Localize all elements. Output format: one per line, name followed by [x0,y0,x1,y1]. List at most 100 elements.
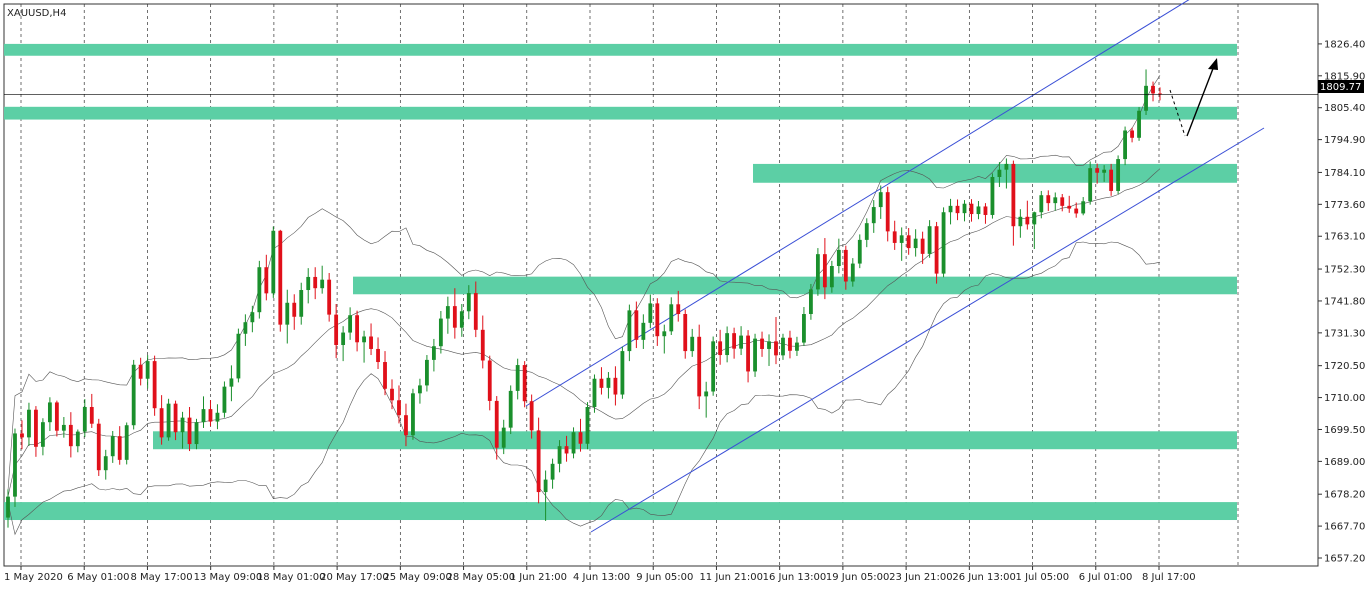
candle-body [760,338,764,349]
candle-body [962,203,967,214]
candle-body [1053,197,1058,204]
y-tick-label: 1773.60 [1324,200,1365,211]
axis-layer: 1826.401815.901805.401794.901784.101773.… [4,39,1365,583]
candle-body [480,329,485,361]
sr-zone [4,43,1237,56]
candle-body [976,206,981,215]
candle-body [543,479,548,493]
candle-body [473,293,478,330]
candle-body [89,406,94,424]
candle-body [1144,85,1148,111]
candle-body [194,422,199,445]
candle-body [390,388,394,401]
chart-area[interactable]: 1826.40 1815.90 1805.40 1794.90 1784.10 1773.… [0,0,1366,588]
candle-body [452,306,457,328]
candle-body [285,302,290,325]
y-tick-label: 1657.20 [1324,554,1365,565]
candle-body [187,417,192,445]
candle-body [459,311,464,328]
y-tick-label: 1826.40 [1324,39,1365,50]
candle-body [1025,216,1030,225]
candle-body [271,230,276,294]
candle-body [124,425,129,460]
candle-body [54,402,59,431]
candle-body [683,314,688,352]
candle-body [599,378,604,388]
candle-body [166,403,171,438]
candle-body [871,207,876,224]
candle-body [948,205,953,213]
candle-body [75,431,80,447]
candle-body [850,263,855,282]
candle-body [41,422,45,447]
candle-body [152,361,157,409]
candle-body [117,436,122,460]
candle-body [669,304,674,332]
candle-body [655,303,660,337]
candle-body [236,333,241,379]
candle-body [355,315,359,343]
candle-body [383,362,387,389]
candle-body [767,341,771,349]
candle-body [690,336,695,352]
candle-body [557,446,562,464]
candle-body [732,333,737,349]
price-chart[interactable]: 1826.401815.901805.401794.901784.101773.… [0,0,1366,588]
x-tick-label: 8 May 17:00 [130,572,192,583]
candle-body [641,322,646,340]
candle-body [250,312,255,323]
candle-body [885,192,890,232]
candle-body [278,230,283,325]
candle-body [913,238,918,249]
candle-body [788,337,792,351]
candle-body [445,306,450,319]
x-tick-label: 11 Jun 21:00 [699,572,763,583]
candle-body [215,412,220,422]
x-tick-label: 6 Jul 01:00 [1079,572,1133,583]
candle-body [718,341,723,356]
candle-body [1004,163,1009,170]
candle-body [627,310,632,352]
x-tick-label: 28 May 05:00 [447,572,516,583]
candle-body [795,342,799,351]
candle-body [341,332,346,346]
candle-body [27,409,31,438]
candle-body [369,336,373,349]
candle-body [508,390,513,428]
candle-body [376,348,380,363]
candle-body [522,365,527,402]
candle-body [515,365,520,391]
y-tick-label: 1741.80 [1324,296,1365,307]
candle-body [1018,216,1023,227]
candle-body [404,415,408,436]
candle-body [809,289,813,315]
candle-body [829,266,834,288]
candle-body [257,267,262,313]
current-price-value: 1809.77 [1320,82,1361,93]
candle-body [348,315,353,333]
candle-body [487,360,492,401]
y-tick-label: 1794.90 [1324,135,1365,146]
candle-body [131,364,136,426]
trend-channel [525,0,1265,533]
candle-body [746,335,750,372]
zone-layer [4,43,1237,521]
candle-body [704,391,709,397]
candle-body [983,206,988,215]
sr-zone [4,106,1237,120]
candle-body [578,432,583,444]
candle-body [501,427,506,448]
candle-body [201,409,206,423]
candle-body [229,378,234,387]
candle-body [327,279,332,315]
candle-body [1046,195,1051,204]
candle-body [47,402,52,423]
candle-body [878,192,883,208]
candle-body [836,249,841,267]
channel-upper-line [525,0,1190,407]
candle-body [941,212,946,274]
candle-body [397,400,401,416]
candle-body [990,176,995,215]
x-tick-label: 20 May 17:00 [320,572,389,583]
sr-zone [4,502,1237,521]
